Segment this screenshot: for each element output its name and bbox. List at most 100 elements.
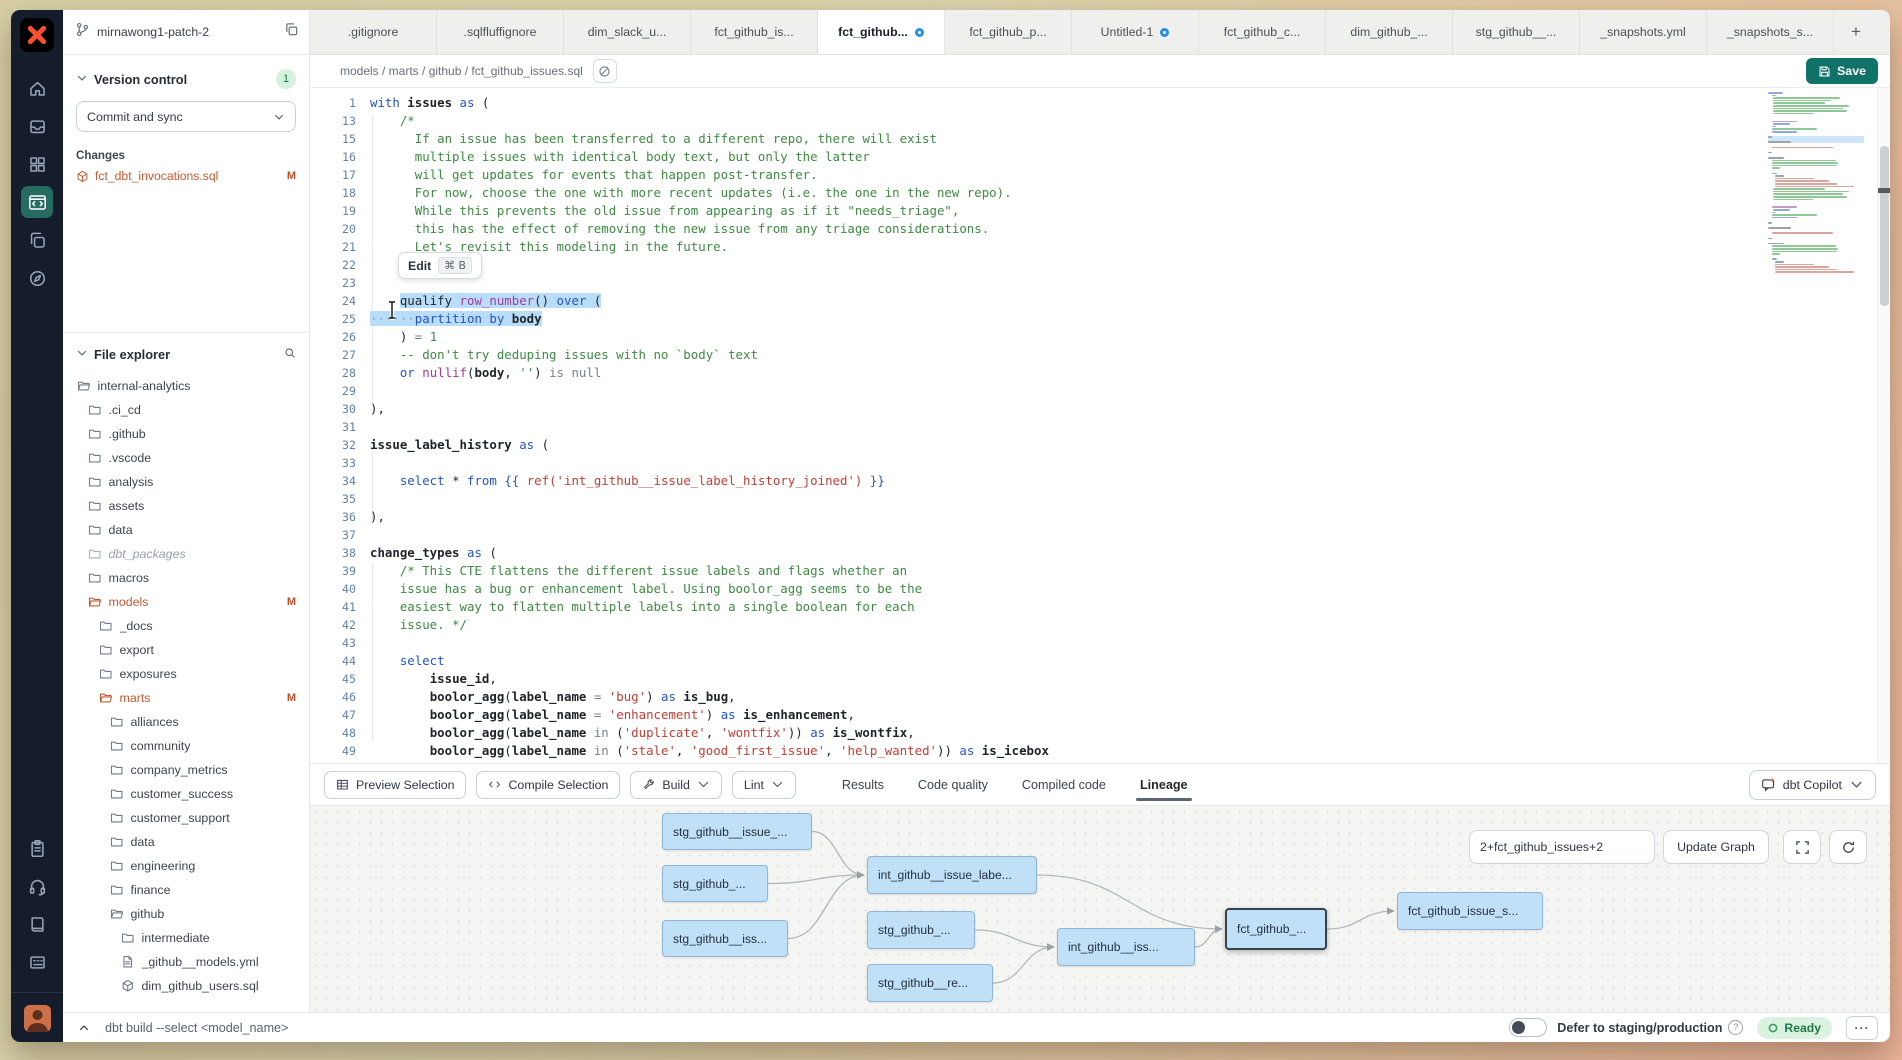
code-line-20[interactable]: 20 this has the effect of removing the n… [310,220,1850,238]
tab-fct_github_c...[interactable]: fct_github_c... [1199,10,1326,54]
code-line-44[interactable]: 44 select [310,652,1850,670]
tree-item-macros[interactable]: macros [63,566,309,590]
code-line-22[interactable]: 22 [310,256,1850,274]
code-line-25[interactable]: 25······partition by body [310,310,1850,328]
code-line-28[interactable]: 28 or nullif(body, '') is null [310,364,1850,382]
more-options-button[interactable]: ··· [1846,1016,1878,1040]
tab-compiled-code[interactable]: Compiled code [1022,764,1106,805]
tree-item-.vscode[interactable]: .vscode [63,446,309,470]
new-tab-button[interactable]: + [1834,10,1878,54]
code-line-39[interactable]: 39 /* This CTE flattens the different is… [310,562,1850,580]
refresh-icon[interactable] [1829,830,1867,864]
tree-item-data[interactable]: data [63,518,309,542]
code-line-23[interactable]: 23 [310,274,1850,292]
editor-scrollbar[interactable] [1877,88,1890,763]
code-line-29[interactable]: 29 [310,382,1850,400]
tree-item-dim_github_users.sql[interactable]: dim_github_users.sql [63,974,309,998]
rail-book-icon[interactable] [21,908,53,940]
rail-compass-icon[interactable] [21,262,53,294]
code-line-43[interactable]: 43 [310,634,1850,652]
chevron-down-icon[interactable] [76,347,88,362]
lineage-node-stg_github__issue_...[interactable]: stg_github__issue_... [662,813,812,850]
tree-item-alliances[interactable]: alliances [63,710,309,734]
code-line-32[interactable]: 32issue_label_history as ( [310,436,1850,454]
tab-dim_github_...[interactable]: dim_github_... [1326,10,1453,54]
code-line-36[interactable]: 36), [310,508,1850,526]
lint-button[interactable]: Lint [732,771,796,799]
code-line-19[interactable]: 19 While this prevents the old issue fro… [310,202,1850,220]
lineage-node-int_github__issue_labe...[interactable]: int_github__issue_labe... [867,856,1037,894]
editor-lines[interactable]: 1with issues as (13 /*15 If an issue has… [310,94,1850,760]
tree-item-analysis[interactable]: analysis [63,470,309,494]
tree-item-customer_support[interactable]: customer_support [63,806,309,830]
code-line-18[interactable]: 18 For now, choose the one with more rec… [310,184,1850,202]
code-line-34[interactable]: 34 select * from {{ ref('int_github__iss… [310,472,1850,490]
code-line-15[interactable]: 15 If an issue has been transferred to a… [310,130,1850,148]
code-line-45[interactable]: 45 issue_id, [310,670,1850,688]
rail-inbox-icon[interactable] [21,110,53,142]
rail-keyboard-icon[interactable] [21,946,53,978]
tree-item-exposures[interactable]: exposures [63,662,309,686]
code-line-48[interactable]: 48 boolor_agg(label_name in ('duplicate'… [310,724,1850,742]
tree-item-internal-analytics[interactable]: internal-analytics [63,374,309,398]
help-icon[interactable]: ? [1728,1020,1743,1035]
chevron-down-icon[interactable] [76,72,88,87]
lineage-selector-input[interactable] [1469,830,1655,864]
code-line-35[interactable]: 35 [310,490,1850,508]
lineage-node-stg_github_...[interactable]: stg_github_... [662,865,768,902]
rail-home-icon[interactable] [21,72,53,104]
code-line-16[interactable]: 16 multiple issues with identical body t… [310,148,1850,166]
update-graph-button[interactable]: Update Graph [1663,830,1769,864]
rail-copy-windows-icon[interactable] [21,224,53,256]
changed-file-row[interactable]: fct_dbt_invocations.sql M [63,166,309,186]
code-line-30[interactable]: 30), [310,400,1850,418]
lineage-node-fct_github_...[interactable]: fct_github_... [1225,908,1327,950]
defer-toggle[interactable] [1509,1018,1547,1037]
code-line-42[interactable]: 42 issue. */ [310,616,1850,634]
code-line-41[interactable]: 41 easiest way to flatten multiple label… [310,598,1850,616]
tab-.gitignore[interactable]: .gitignore [310,10,437,54]
tree-item-community[interactable]: community [63,734,309,758]
minimap[interactable] [1768,92,1864,322]
code-line-27[interactable]: 27 -- don't try deduping issues with no … [310,346,1850,364]
tree-item-assets[interactable]: assets [63,494,309,518]
command-input[interactable]: dbt build --select <model_name> [105,1021,1509,1035]
tree-item-github[interactable]: github [63,902,309,926]
code-line-33[interactable]: 33 [310,454,1850,472]
code-line-49[interactable]: 49 boolor_agg(label_name in ('stale', 'g… [310,742,1850,760]
tree-item-data[interactable]: data [63,830,309,854]
tab-.sqlfluffignore[interactable]: .sqlfluffignore [437,10,564,54]
save-button[interactable]: Save [1806,58,1878,84]
code-line-37[interactable]: 37 [310,526,1850,544]
rail-grid-icon[interactable] [21,148,53,180]
code-line-24[interactable]: 24 qualify row_number() over ( [310,292,1850,310]
commit-and-sync-button[interactable]: Commit and sync [76,101,296,132]
tree-item-export[interactable]: export [63,638,309,662]
code-line-31[interactable]: 31 [310,418,1850,436]
tree-item-finance[interactable]: finance [63,878,309,902]
tree-item-_docs[interactable]: _docs [63,614,309,638]
rail-clipboard-icon[interactable] [21,832,53,864]
code-line-1[interactable]: 1with issues as ( [310,94,1850,112]
tree-item-_github__models.yml[interactable]: _github__models.yml [63,950,309,974]
preview-selection-button[interactable]: Preview Selection [324,771,466,799]
tab-code-quality[interactable]: Code quality [918,764,988,805]
code-line-47[interactable]: 47 boolor_agg(label_name = 'enhancement'… [310,706,1850,724]
tab-dim_slack_u...[interactable]: dim_slack_u... [564,10,691,54]
tab-fct_github_is...[interactable]: fct_github_is... [691,10,818,54]
change-tracking-icon[interactable] [593,59,617,83]
tree-item-engineering[interactable]: engineering [63,854,309,878]
tree-item-intermediate[interactable]: intermediate [63,926,309,950]
lineage-node-stg_github__re...[interactable]: stg_github__re... [867,964,993,1002]
tree-item-models[interactable]: modelsM [63,590,309,614]
tab-fct_github_p...[interactable]: fct_github_p... [945,10,1072,54]
user-avatar[interactable] [24,1005,51,1032]
tree-item-.ci_cd[interactable]: .ci_cd [63,398,309,422]
code-line-21[interactable]: 21 Let's revisit this modeling in the fu… [310,238,1850,256]
build-button[interactable]: Build [630,771,722,799]
tree-item-customer_success[interactable]: customer_success [63,782,309,806]
rail-code-window-icon[interactable] [21,186,53,218]
tree-item-marts[interactable]: martsM [63,686,309,710]
tab-_snapshots.yml[interactable]: _snapshots.yml [1580,10,1707,54]
edit-tooltip-label[interactable]: Edit [408,259,431,273]
